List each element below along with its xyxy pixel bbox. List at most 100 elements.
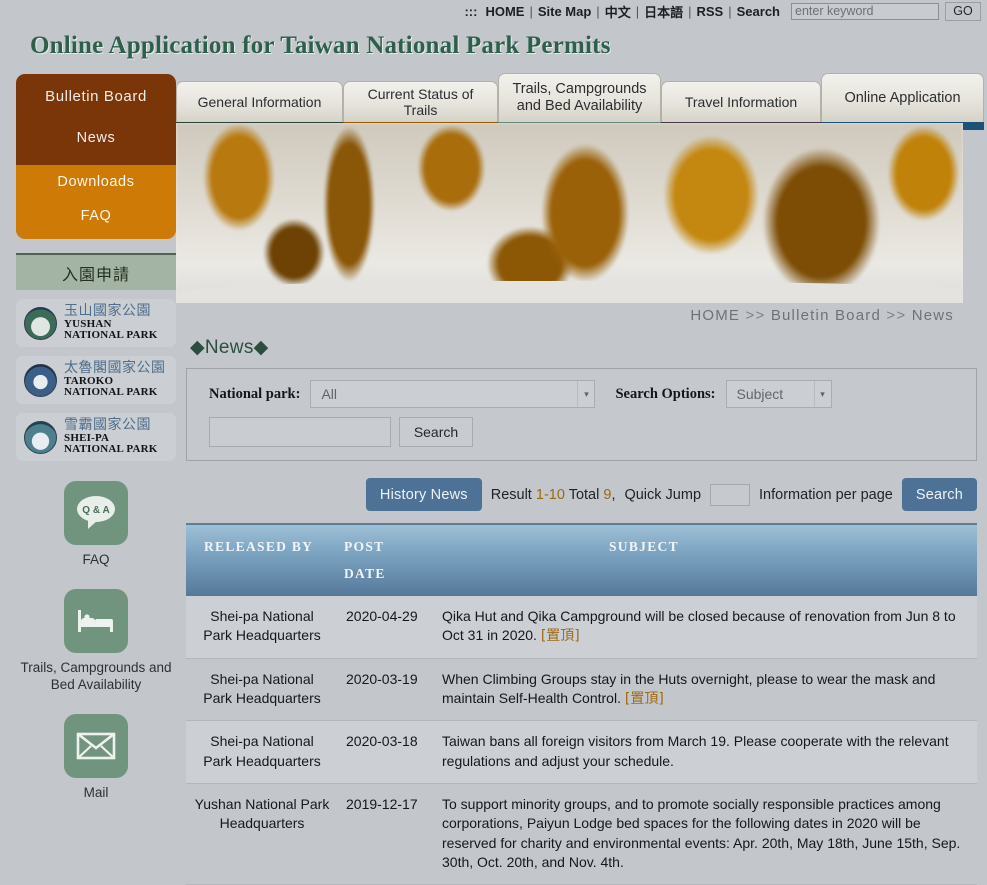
search-options-label: Search Options: (615, 385, 716, 402)
park-link-taroko[interactable]: 太魯閣國家公園 TAROKO NATIONAL PARK (16, 356, 176, 404)
top-utility-bar: ::: HOME | Site Map | 中文 | 日本語 | RSS | S… (0, 0, 987, 22)
shortcut-trails-label: Trails, Campgrounds and Bed Availability (20, 659, 172, 692)
bed-icon[interactable] (64, 588, 128, 653)
tab-online-application[interactable]: Online Application (821, 73, 984, 130)
topbar-link-japanese[interactable]: 日本語 (639, 2, 688, 21)
shortcut-trails-campgrounds: Trails, Campgrounds and Bed Availability (16, 588, 176, 694)
quick-jump-input[interactable] (710, 483, 751, 506)
sheipa-seal-icon (24, 420, 57, 454)
breadcrumb-separator: >> (886, 307, 907, 324)
history-news-button[interactable]: History News (365, 478, 482, 511)
national-park-label: National park: (209, 385, 301, 402)
bulletin-board-submenu: Downloads FAQ (16, 165, 176, 239)
shortcut-mail: Mail (16, 713, 176, 802)
news-table-body: Shei-pa National Park Headquarters 2020-… (186, 596, 977, 885)
pinned-tag: [置頂] (624, 690, 664, 707)
column-header-post-date-line1: POST (344, 539, 385, 554)
cell-post-date: 2020-03-18 (338, 720, 434, 784)
go-button[interactable]: GO (945, 1, 981, 21)
column-header-subject: SUBJECT (434, 523, 977, 596)
tab-label: General Information (197, 93, 322, 110)
topbar-link-chinese[interactable]: 中文 (600, 2, 636, 21)
topbar-link-rss[interactable]: RSS (692, 4, 729, 19)
total-prefix: Total (568, 486, 600, 503)
topbar-link-site-map[interactable]: Site Map (533, 4, 596, 19)
breadcrumb-separator: >> (745, 307, 766, 324)
page-title: ◆News◆ (190, 337, 269, 358)
tab-travel-information[interactable]: Travel Information (661, 81, 821, 130)
topbar-link-home[interactable]: HOME (480, 4, 529, 19)
park-link-sheipa[interactable]: 雪霸國家公園 SHEI-PA NATIONAL PARK (16, 413, 176, 461)
apply-entry-permit-button[interactable]: 入園申請 (16, 253, 176, 290)
tab-general-information[interactable]: General Information (176, 81, 343, 130)
breadcrumb-item-home[interactable]: HOME (690, 307, 740, 324)
park-link-yushan[interactable]: 玉山國家公園 YUSHAN NATIONAL PARK (16, 299, 176, 347)
table-row[interactable]: Yushan National Park Headquarters 2019-1… (186, 783, 977, 885)
news-table: RELEASED BY POST DATE SUBJECT Shei-pa Na… (186, 523, 977, 885)
park-name-cn: 雪霸國家公園 (64, 417, 151, 434)
main-navigation-tabs: General Information Current Status of Tr… (176, 73, 987, 130)
cell-subject: When Climbing Groups stay in the Huts ov… (434, 658, 977, 722)
park-name-cn: 玉山國家公園 (64, 303, 151, 320)
park-name-en-line2: NATIONAL PARK (64, 329, 158, 342)
cell-released-by: Shei-pa National Park Headquarters (186, 658, 338, 722)
shortcut-faq-label: FAQ (82, 552, 110, 567)
quick-jump-label: Quick Jump (624, 486, 702, 503)
question-answer-bubble-icon[interactable]: Q & A (64, 481, 128, 545)
shortcut-faq: Q & A FAQ (16, 481, 176, 569)
sidebar-item-news[interactable]: News (16, 121, 176, 155)
tab-label: Online Application (844, 89, 961, 106)
banner-image-autumn-leaves (176, 123, 963, 303)
breadcrumb-item-news: News (911, 307, 954, 324)
national-park-selected-value: All (321, 386, 338, 402)
cell-subject: Qika Hut and Qika Campground will be clo… (434, 596, 977, 659)
result-toolbar: History News Result 1-10 Total 9, Quick … (186, 478, 977, 511)
chevron-down-icon: ▾ (813, 381, 831, 407)
banner-foliage (176, 123, 963, 303)
tab-trails-campgrounds-bed-availability[interactable]: Trails, Campgrounds and Bed Availability (498, 73, 661, 130)
chevron-down-icon: ▾ (577, 381, 594, 407)
cell-released-by: Shei-pa National Park Headquarters (186, 720, 338, 784)
cell-post-date: 2019-12-17 (338, 783, 434, 885)
shortcut-mail-label: Mail (83, 784, 109, 800)
tab-label: Current Status of Trails (367, 85, 474, 118)
news-search-panel: National park: All ▾ Search Options: Sub… (186, 368, 977, 461)
subject-text[interactable]: Qika Hut and Qika Campground will be clo… (442, 608, 956, 643)
panel-keyword-input[interactable] (209, 417, 391, 447)
total-suffix: , (611, 486, 616, 503)
subject-text[interactable]: When Climbing Groups stay in the Huts ov… (442, 671, 935, 706)
site-title: Online Application for Taiwan National P… (30, 32, 611, 59)
table-row[interactable]: Shei-pa National Park Headquarters 2020-… (186, 720, 977, 784)
news-table-header: RELEASED BY POST DATE SUBJECT (186, 523, 977, 596)
result-count-text: Result 1-10 Total 9, (491, 487, 616, 503)
tab-current-status-of-trails[interactable]: Current Status of Trails (343, 81, 498, 130)
result-search-button[interactable]: Search (901, 478, 977, 511)
subject-text[interactable]: To support minority groups, and to promo… (442, 796, 960, 870)
tab-label: Trails, Campgrounds and Bed Availability (512, 81, 647, 114)
topbar-search-label: Search (736, 3, 780, 19)
cell-released-by: Shei-pa National Park Headquarters (186, 596, 338, 659)
breadcrumb-item-bulletin-board[interactable]: Bulletin Board (771, 307, 881, 324)
table-row[interactable]: Shei-pa National Park Headquarters 2020-… (186, 596, 977, 659)
sidebar-item-downloads[interactable]: Downloads (16, 165, 176, 199)
accessibility-anchor: ::: (464, 3, 478, 19)
panel-search-button[interactable]: Search (399, 417, 473, 447)
search-input[interactable] (791, 2, 939, 20)
taroko-seal-icon (24, 363, 57, 397)
tab-label: Travel Information (684, 93, 798, 110)
park-name-cn: 太魯閣國家公園 (64, 360, 166, 377)
column-header-post-date: POST DATE (338, 523, 434, 596)
park-name-en-line2: NATIONAL PARK (64, 386, 158, 399)
column-header-post-date-line2: DATE (344, 566, 386, 581)
envelope-icon[interactable] (64, 713, 128, 778)
search-options-selected-value: Subject (736, 386, 784, 402)
search-options-select[interactable]: Subject ▾ (725, 380, 832, 408)
subject-text[interactable]: Taiwan bans all foreign visitors from Ma… (442, 733, 949, 768)
result-prefix: Result (490, 486, 532, 503)
sidebar-item-faq[interactable]: FAQ (16, 199, 176, 233)
table-row[interactable]: Shei-pa National Park Headquarters 2020-… (186, 658, 977, 722)
cell-post-date: 2020-04-29 (338, 596, 434, 659)
national-park-select[interactable]: All ▾ (310, 380, 596, 408)
left-sidebar: Bulletin Board News Downloads FAQ 入園申請 玉… (16, 74, 176, 802)
bulletin-board-title[interactable]: Bulletin Board (16, 88, 176, 121)
